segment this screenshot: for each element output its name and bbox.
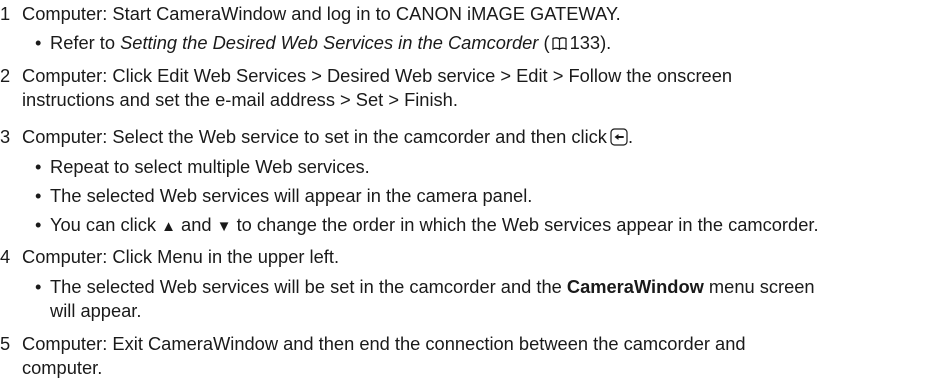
bullet-text: Repeat to select multiple Web services. [50,156,370,177]
step-number: 5 [0,333,11,354]
bullet-dot: • [35,185,42,206]
step-4-bullet-continuation: will appear. [50,300,142,321]
bullet-dot: • [35,276,42,297]
step-text: Computer: Exit CameraWindow and then end… [22,333,746,354]
bullet-dot: • [35,32,42,53]
step-number: 3 [0,126,11,147]
step-5-continuation: computer. [22,357,103,378]
step-text: Computer: Select the Web service to set … [22,126,607,147]
app-name: CameraWindow [566,276,704,297]
upload-icon [610,128,628,146]
bullet-text-prefix: Refer to [50,32,121,53]
step-2-continuation: instructions and set the e-mail address … [22,89,458,110]
book-icon [551,37,567,50]
step-text: Computer: Click Menu in the upper left. [22,246,340,267]
step-text: Computer: Start CameraWindow and log in … [22,3,621,24]
step-text: Computer: Click Edit Web Services > Desi… [22,65,733,86]
step-number: 4 [0,246,11,267]
reference-title[interactable]: Setting the Desired Web Services in the … [120,32,538,53]
bullet-dot: • [35,156,42,177]
step-number: 2 [0,65,11,86]
down-arrow-icon: ▼ [216,218,232,235]
instruction-document: 1 Computer: Start CameraWindow and log i… [0,3,819,378]
step-number: 1 [0,3,11,24]
up-arrow-icon: ▲ [161,218,176,235]
bullet-text: The selected Web services will appear in… [50,185,533,206]
bullet-dot: • [35,214,42,235]
reference-page[interactable]: 133 [570,32,601,53]
